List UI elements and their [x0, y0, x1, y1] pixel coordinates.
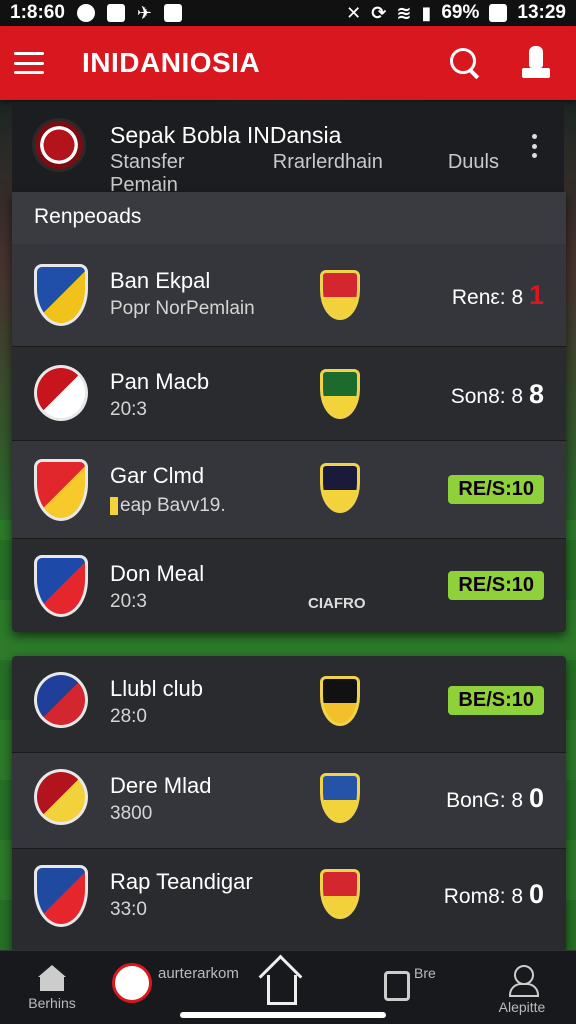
league-header: Sepak Bobla INDansia Stansfer Pemain Rra… [12, 102, 564, 211]
nav-item-results[interactable]: Berhins [20, 951, 84, 1024]
match-row[interactable]: Ban Ekpal Popr NorPemlain Renε: 8 1 [12, 244, 566, 346]
team-crest [34, 365, 88, 421]
camera-icon [164, 4, 183, 22]
score-display: Renε: 8 1 [452, 280, 544, 311]
nav-label: Alepitte [498, 999, 546, 1015]
score-label: RE/S:1 [458, 478, 523, 500]
opponent-crest [320, 369, 360, 419]
match-row[interactable]: Pan Macb 20:3 Son8: 8 8 [12, 346, 566, 440]
team-subtitle: 33:0 [110, 899, 147, 920]
airplane-icon: ✈ [136, 2, 153, 23]
app-bar: INIDANIOSIA [0, 26, 576, 100]
notification-icon [76, 4, 95, 22]
match-row[interactable]: Llubl club 28:0 BE/S:10 [12, 656, 566, 752]
score-number: 0 [522, 689, 534, 711]
opponent-crest [320, 676, 360, 726]
score-number: 0 [522, 478, 534, 500]
score-badge: RE/S:10 [448, 475, 544, 504]
score-label: Son8: 8 [450, 385, 524, 408]
team-crest [34, 672, 88, 728]
doc-icon [384, 971, 410, 1001]
battery-icon [489, 4, 508, 22]
status-time-right: 13:29 [517, 2, 566, 23]
gesture-bar[interactable] [180, 1012, 386, 1018]
team-crest [34, 865, 88, 927]
message-icon [106, 4, 125, 22]
opponent-crest [320, 270, 360, 320]
match-row[interactable]: Dere Mlad 3800 BonG: 8 0 [12, 752, 566, 848]
score-number: 0 [522, 574, 534, 596]
score-label: BonG: 8 [446, 789, 524, 812]
house-icon [267, 975, 297, 1005]
score-display: Son8: 8 8 [451, 379, 544, 410]
team-subtitle: 20:3 [110, 399, 147, 420]
highlight-marker [110, 496, 118, 515]
nav-label: Bre [414, 965, 436, 981]
panel-heading: Renрeoads [12, 192, 566, 244]
user-icon [509, 965, 539, 997]
match-row[interactable]: Don Meal 20:3 CIAFRO RE/S:10 [12, 538, 566, 632]
score-label: RE/S:1 [458, 574, 523, 596]
score-badge: BE/S:10 [448, 686, 544, 715]
team-subtitle: 3800 [110, 803, 153, 824]
team-name: Dere Mlad [110, 773, 212, 798]
team-subtitle: eap Bavv19. [110, 495, 226, 517]
signal-icon: ▮ [421, 2, 432, 23]
score-number: 0 [528, 783, 544, 813]
team-crest [34, 264, 88, 326]
home-icon [38, 965, 66, 991]
team-name: Ban Ekpal [110, 268, 211, 293]
results-panel-2: Llubl club 28:0 BE/S:10 Dere Mlad 3800 B… [12, 656, 566, 952]
team-name: Rap Teandigar [110, 869, 253, 894]
trophy-icon[interactable] [520, 46, 552, 80]
league-title: Sepak Bobla INDansia [110, 122, 342, 148]
results-panel: Renрeoads Ban Ekpal Popr NorPemlain Renε… [12, 192, 566, 632]
team-name: Don Meal [110, 561, 205, 586]
score-number: 0 [528, 879, 544, 909]
more-options-icon[interactable] [532, 134, 538, 158]
opponent-name: CIAFRO [308, 595, 366, 612]
mute-icon: ✕ [346, 2, 362, 23]
team-name: Pan Macb [110, 369, 210, 394]
status-time-left: 1:8:60 [10, 2, 65, 23]
wifi-icon: ≋ [396, 2, 412, 23]
battery-level: 69% [441, 2, 480, 23]
match-row[interactable]: Rap Teandigar 33:0 Rom8: 8 0 [12, 848, 566, 946]
app-title: INIDANIOSIA [82, 47, 261, 78]
score-badge: RE/S:10 [448, 571, 544, 600]
nav-item-profile[interactable]: Alepitte [490, 951, 554, 1024]
status-bar: 1:8:60 ✈ ✕ ⟳ ≋ ▮ 69% 13:29 [0, 0, 576, 26]
score-display: Rom8: 8 0 [444, 879, 544, 910]
ball-icon [112, 963, 152, 1003]
team-subtitle-text: eap Bavv19. [120, 495, 226, 516]
sync-icon: ⟳ [371, 2, 387, 23]
team-subtitle: Popr NorPemlain [110, 298, 255, 319]
team-subtitle: 28:0 [110, 706, 147, 727]
opponent-crest [320, 869, 360, 919]
score-label: Renε: 8 [451, 286, 524, 309]
team-subtitle: 20:3 [110, 591, 147, 612]
score-number: 1 [528, 280, 544, 310]
team-crest [34, 459, 88, 521]
team-crest [34, 555, 88, 617]
nav-label: aurterarkom [158, 965, 239, 982]
score-number: 8 [528, 379, 544, 409]
hamburger-menu-icon[interactable] [14, 52, 44, 74]
nav-label: Berhins [28, 995, 76, 1011]
team-name: Gar Clmd [110, 463, 205, 488]
score-label: Rom8: 8 [443, 885, 524, 908]
match-row[interactable]: Gar Clmd eap Bavv19. RE/S:10 [12, 440, 566, 538]
nav-item-news[interactable]: Bre [384, 951, 454, 1024]
score-display: BonG: 8 0 [446, 783, 544, 814]
score-label: BE/S:1 [458, 689, 523, 711]
opponent-crest [320, 463, 360, 513]
team-name: Llubl club [110, 676, 203, 701]
team-crest [34, 769, 88, 825]
search-icon[interactable] [448, 46, 482, 80]
opponent-crest [320, 773, 360, 823]
league-logo [32, 118, 86, 172]
